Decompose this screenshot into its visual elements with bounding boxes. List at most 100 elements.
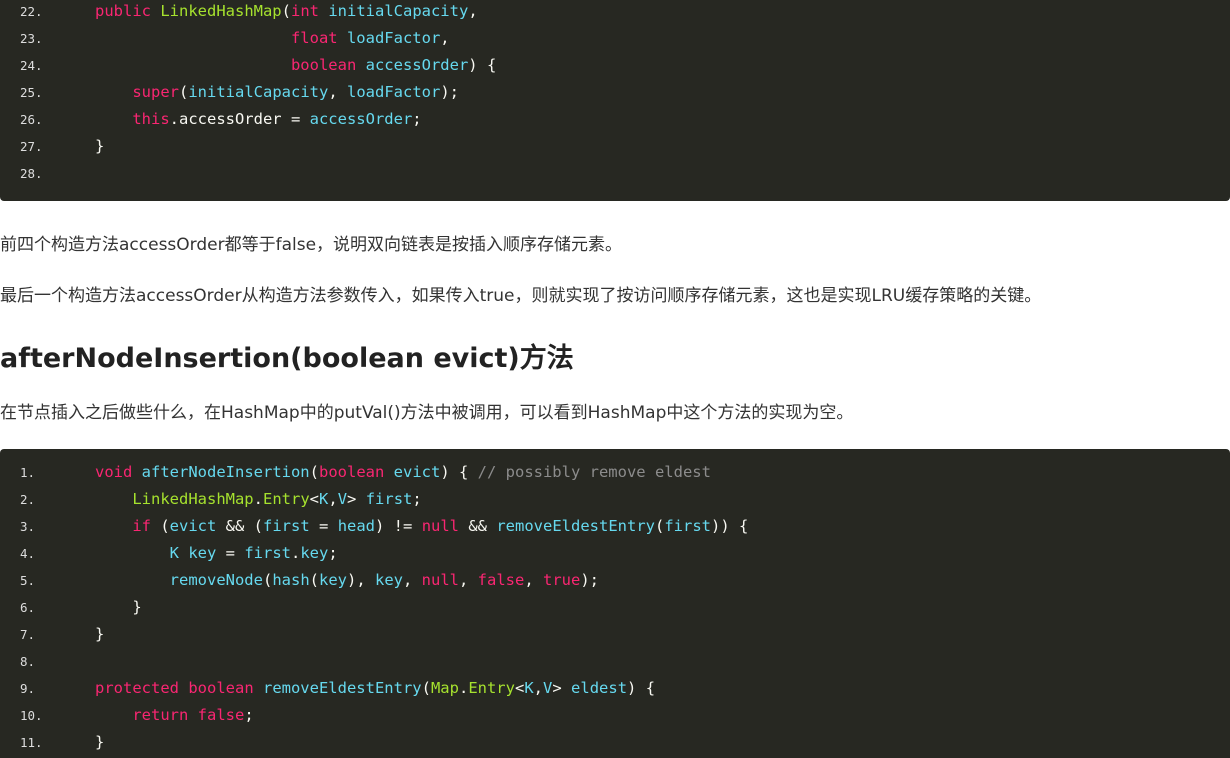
code-token: initialCapacity bbox=[328, 2, 469, 20]
code-token: K bbox=[169, 544, 189, 562]
code-token: return bbox=[132, 706, 198, 724]
code-token: first bbox=[244, 544, 291, 562]
code-token: boolean bbox=[319, 463, 394, 481]
code-token: public bbox=[95, 2, 161, 20]
line-number: 10. bbox=[20, 708, 43, 723]
code-token: eldest bbox=[571, 679, 628, 697]
code-lines: 22. public LinkedHashMap(int initialCapac… bbox=[0, 0, 1230, 187]
code-token: ; bbox=[412, 490, 422, 508]
code-token: .accessOrder = bbox=[169, 110, 310, 128]
code-line: 9. protected boolean removeEldestEntry(Ma… bbox=[0, 675, 1230, 702]
line-number: 11. bbox=[20, 735, 43, 750]
code-token: // possibly remove eldest bbox=[477, 463, 711, 481]
code-token: LinkedHashMap bbox=[160, 2, 282, 20]
code-token: K bbox=[524, 679, 534, 697]
code-text: float loadFactor, bbox=[95, 25, 450, 52]
line-number: 5. bbox=[20, 573, 36, 588]
code-token: ; bbox=[412, 110, 422, 128]
code-line: 11.} bbox=[0, 729, 1230, 756]
code-token: removeEldestEntry bbox=[262, 679, 422, 697]
code-token: , bbox=[328, 490, 338, 508]
code-token: head bbox=[337, 517, 376, 535]
code-token: key bbox=[188, 544, 217, 562]
code-text: K key = first.key; bbox=[95, 540, 338, 567]
code-block: 1. void afterNodeInsertion(boolean evict)… bbox=[0, 449, 1230, 758]
code-token: } bbox=[95, 733, 105, 751]
paragraph: 在节点插入之后做些什么，在HashMap中的putVal()方法中被调用，可以看… bbox=[0, 403, 854, 423]
line-number: 3. bbox=[20, 519, 36, 534]
code-token: hash bbox=[272, 571, 310, 589]
code-token: = bbox=[216, 544, 245, 562]
code-token: , bbox=[440, 29, 450, 47]
code-token: float bbox=[290, 29, 347, 47]
code-token: , bbox=[328, 83, 347, 101]
code-text: boolean accessOrder) { bbox=[95, 52, 496, 79]
code-token: void bbox=[95, 463, 142, 481]
code-text: } bbox=[95, 621, 104, 648]
code-token: < bbox=[514, 679, 525, 697]
paragraph: 前四个构造方法accessOrder都等于false，说明双向链表是按插入顺序存… bbox=[0, 235, 623, 255]
code-token: true bbox=[543, 571, 581, 589]
line-number: 25. bbox=[20, 85, 43, 100]
code-token: evict bbox=[169, 517, 217, 535]
code-token: ( bbox=[179, 83, 189, 101]
code-token: boolean bbox=[290, 56, 366, 74]
code-token: loadFactor bbox=[347, 83, 441, 101]
code-text: void afterNodeInsertion(boolean evict) {… bbox=[95, 459, 711, 486]
code-token: initialCapacity bbox=[188, 83, 329, 101]
line-number: 8. bbox=[20, 654, 36, 669]
line-number: 9. bbox=[20, 681, 36, 696]
line-number: 7. bbox=[20, 627, 36, 642]
code-token: key bbox=[300, 544, 329, 562]
line-number: 26. bbox=[20, 112, 43, 127]
code-token: ) { bbox=[440, 463, 478, 481]
code-line: 8. bbox=[0, 648, 1230, 675]
code-text: protected boolean removeEldestEntry(Map.… bbox=[95, 675, 655, 702]
code-token: V bbox=[337, 490, 348, 508]
code-line: 10. return false; bbox=[0, 702, 1230, 729]
code-text: } bbox=[95, 594, 141, 621]
code-token: , bbox=[524, 571, 544, 589]
code-token: LinkedHashMap bbox=[132, 490, 254, 508]
code-token: )) { bbox=[711, 517, 749, 535]
code-line: 24. boolean accessOrder) { bbox=[0, 52, 1230, 79]
code-token: null bbox=[421, 571, 459, 589]
code-line: 2. LinkedHashMap.Entry<K,V> first; bbox=[0, 486, 1230, 513]
code-token: } bbox=[95, 137, 105, 155]
code-line: 3. if (evict && (first = head) != null &… bbox=[0, 513, 1230, 540]
code-token: , bbox=[533, 679, 544, 697]
code-text: return false; bbox=[95, 702, 253, 729]
code-token: removeNode bbox=[169, 571, 263, 589]
code-token: ( bbox=[654, 517, 665, 535]
code-token: false bbox=[477, 571, 525, 589]
code-token: . bbox=[291, 544, 301, 562]
code-token: afterNodeInsertion bbox=[141, 463, 310, 481]
code-token: , bbox=[468, 2, 478, 20]
code-token: loadFactor bbox=[346, 29, 441, 47]
code-token: . bbox=[458, 679, 469, 697]
code-line: 5. removeNode(hash(key), key, null, fals… bbox=[0, 567, 1230, 594]
line-number: 27. bbox=[20, 139, 43, 154]
code-token: ); bbox=[440, 83, 459, 101]
code-line: 23. float loadFactor, bbox=[0, 25, 1230, 52]
code-text: this.accessOrder = accessOrder; bbox=[95, 106, 422, 133]
line-number: 4. bbox=[20, 546, 36, 561]
code-token: accessOrder bbox=[365, 56, 469, 74]
code-token: > bbox=[552, 679, 572, 697]
code-token: key bbox=[375, 571, 403, 589]
code-token: ) != bbox=[375, 517, 422, 535]
code-token: ( bbox=[160, 517, 170, 535]
code-lines: 1. void afterNodeInsertion(boolean evict)… bbox=[0, 459, 1230, 756]
code-token: V bbox=[543, 679, 553, 697]
line-number: 23. bbox=[20, 31, 43, 46]
code-token: && ( bbox=[216, 517, 264, 535]
line-number: 22. bbox=[20, 4, 43, 19]
section-heading: afterNodeInsertion(boolean evict)方法 bbox=[0, 343, 574, 374]
code-text: } bbox=[95, 729, 104, 756]
code-token: > bbox=[347, 490, 366, 508]
